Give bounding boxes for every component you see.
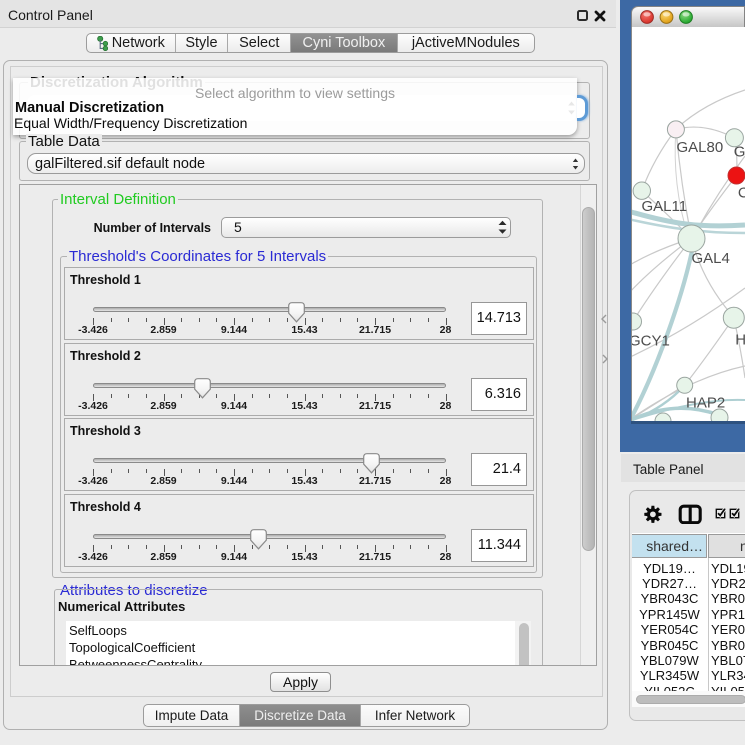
svg-text:GCY1: GCY1 (632, 333, 670, 350)
svg-text:GAL: GAL (734, 144, 745, 161)
svg-text:GAL11: GAL11 (642, 198, 688, 215)
svg-text:HAP2: HAP2 (686, 395, 725, 412)
svg-text:GAL4: GAL4 (692, 250, 730, 267)
svg-text:GAL80: GAL80 (677, 139, 724, 156)
svg-text:HAP: HAP (735, 332, 745, 349)
svg-text:CYC: CYC (738, 185, 745, 202)
